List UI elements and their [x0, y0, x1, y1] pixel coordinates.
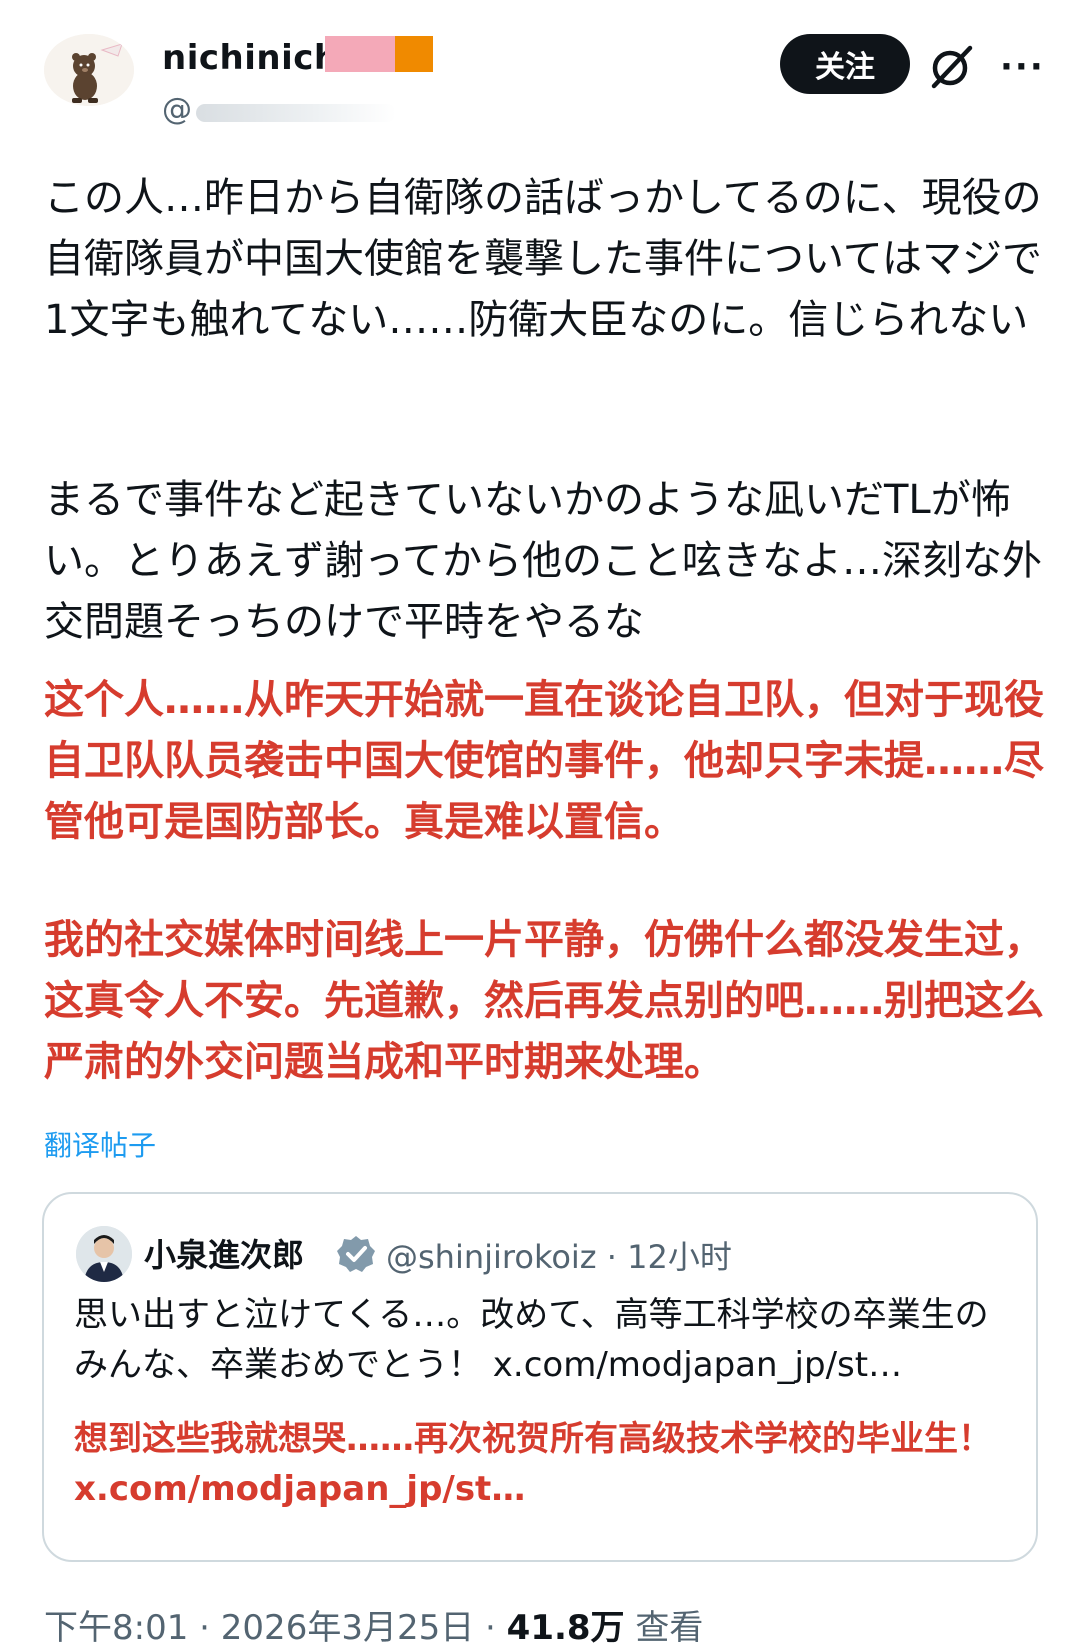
author-handle[interactable]: @: [162, 92, 192, 127]
post-text-original-1: この人…昨日から自衛隊の話ばっかしてるのに、現役の自衛隊員が中国大使館を襲撃した…: [44, 175, 1042, 343]
redaction-block: [325, 36, 395, 72]
post-timestamp-row: 下午8:01 · 2026年3月25日 · 41.8万 查看: [44, 1600, 703, 1649]
meta-separator: ·: [596, 1238, 628, 1276]
person-avatar-icon: [76, 1226, 132, 1282]
footer-separator: ·: [188, 1608, 221, 1648]
post-text-original-2: まるで事件など起きていないかのような凪いだTLが怖い。とりあえず謝ってから他のこ…: [44, 477, 1042, 645]
post-text-translation-2: 我的社交媒体时间线上一片平静，仿佛什么都没发生过，这真令人不安。先道歉，然后再发…: [44, 917, 1044, 1085]
quoted-author-handle[interactable]: @shinjirokoiz: [386, 1238, 597, 1276]
bear-avatar-icon: [44, 34, 134, 106]
views-label: 查看: [635, 1608, 704, 1648]
post-text-translation-1: 这个人……从昨天开始就一直在谈论自卫队，但对于现役自卫队队员袭击中国大使馆的事件…: [44, 677, 1044, 845]
quoted-post-text: 思い出すと泣けてくる…。改めて、高等工科学校の卒業生のみんな、卒業おめでとう！ …: [74, 1295, 989, 1385]
handle-redaction: [196, 104, 396, 122]
post-date[interactable]: 2026年3月25日: [221, 1608, 474, 1648]
views-count: 41.8万: [506, 1608, 625, 1648]
author-avatar[interactable]: [44, 34, 134, 106]
author-display-name[interactable]: nichinich: [162, 38, 339, 78]
quoted-post-translation: 想到这些我就想哭……再次祝贺所有高级技术学校的毕业生！ x.com/modjap…: [74, 1419, 992, 1509]
translate-post-link[interactable]: 翻译帖子: [44, 1124, 156, 1164]
redaction-block: [395, 36, 433, 72]
grok-icon[interactable]: [926, 42, 976, 92]
footer-separator: ·: [474, 1608, 507, 1648]
quoted-author-avatar[interactable]: [76, 1226, 132, 1282]
quoted-author-name[interactable]: 小泉進次郎: [144, 1230, 304, 1276]
post-time[interactable]: 下午8:01: [44, 1608, 188, 1648]
quoted-post-time[interactable]: 12小时: [627, 1238, 732, 1276]
follow-button[interactable]: 关注: [780, 34, 910, 94]
verified-badge-icon: [336, 1234, 376, 1274]
more-icon[interactable]: ···: [1000, 50, 1045, 84]
quoted-post-meta: @shinjirokoiz · 12小时: [386, 1232, 732, 1278]
